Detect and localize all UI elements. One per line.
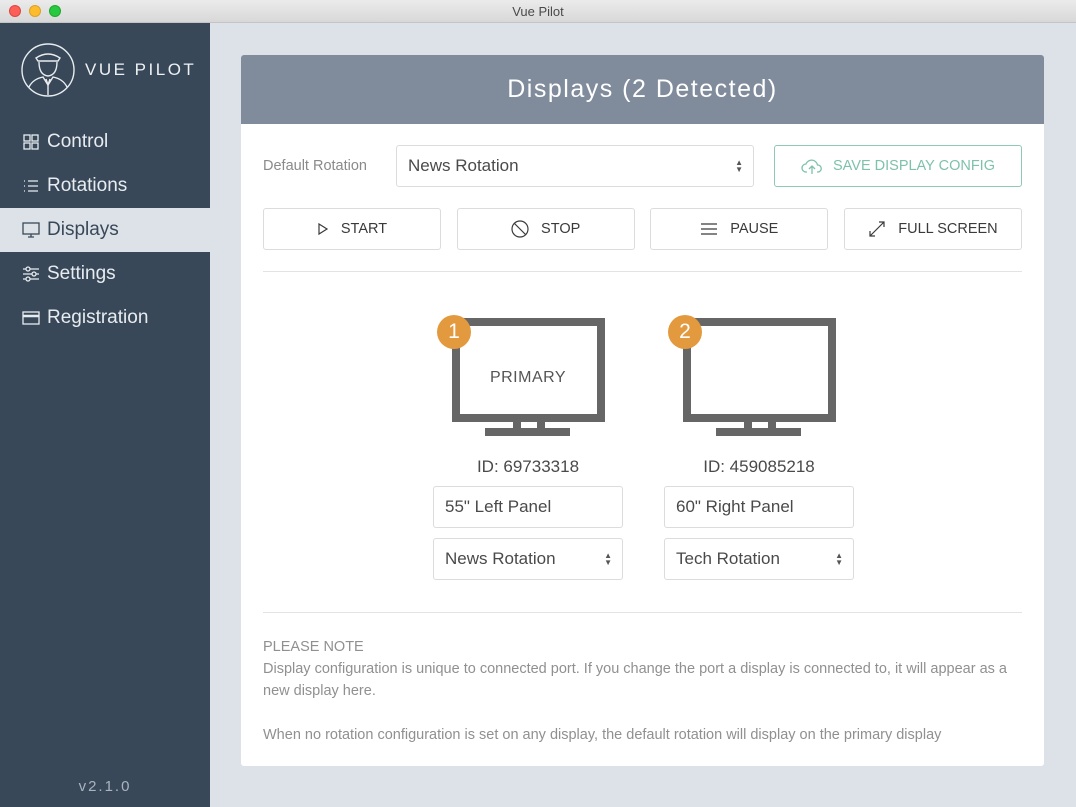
- select-arrows-icon: ▲ ▼: [604, 551, 612, 567]
- sidebar-item-label: Registration: [47, 307, 149, 328]
- displays-panel: Displays (2 Detected) Default Rotation N…: [241, 55, 1044, 766]
- select-arrows-icon: ▲ ▼: [735, 158, 743, 174]
- sidebar-nav: Control Rotations Displays Settings Regi…: [0, 120, 210, 340]
- sidebar-item-label: Control: [47, 131, 109, 152]
- note-text: Display configuration is unique to conne…: [263, 661, 1007, 699]
- sidebar-item-control[interactable]: Control: [0, 120, 210, 164]
- stop-button[interactable]: STOP: [456, 208, 635, 250]
- window-titlebar: Vue Pilot: [0, 0, 1076, 23]
- panel-title: Displays (2 Detected): [241, 55, 1044, 124]
- zoom-window-button[interactable]: [49, 5, 61, 17]
- brand-name: VUE PILOT: [85, 60, 197, 79]
- display-number-badge: 1: [437, 315, 471, 349]
- default-rotation-select[interactable]: News Rotation ▲ ▼: [396, 145, 754, 187]
- brand-logo: VUE PILOT: [21, 43, 196, 97]
- play-icon: [318, 222, 329, 236]
- sidebar-item-label: Displays: [47, 219, 119, 240]
- list-icon: [24, 180, 38, 192]
- sidebar-item-label: Settings: [47, 263, 116, 284]
- primary-label: PRIMARY: [489, 369, 567, 386]
- save-button-label: SAVE DISPLAY CONFIG: [833, 158, 995, 174]
- note-heading: PLEASE NOTE: [263, 639, 364, 655]
- full-screen-label: FULL SCREEN: [898, 221, 998, 237]
- minimize-window-button[interactable]: [29, 5, 41, 17]
- display-rotation-value: Tech Rotation: [676, 549, 780, 568]
- display-id: ID: 459085218: [703, 457, 815, 476]
- display-monitor[interactable]: 1 PRIMARY: [433, 315, 623, 447]
- note-text: When no rotation configuration is set on…: [263, 727, 942, 743]
- sidebar-item-settings[interactable]: Settings: [0, 252, 210, 296]
- sidebar-item-displays[interactable]: Displays: [0, 208, 210, 252]
- pause-icon: [701, 223, 718, 235]
- default-rotation-value: News Rotation: [408, 156, 519, 175]
- window-controls: [9, 5, 61, 17]
- display-name-input[interactable]: 55" Left Panel: [433, 486, 623, 528]
- stop-icon: [511, 220, 529, 238]
- card-icon: [22, 311, 40, 325]
- display-monitor[interactable]: 2: [664, 315, 854, 447]
- pause-label: PAUSE: [730, 221, 779, 237]
- close-window-button[interactable]: [9, 5, 21, 17]
- start-label: START: [340, 221, 388, 237]
- monitor-icon: [22, 222, 40, 238]
- display-card: 2 ID: 459085218 60" Right Panel Tech Rot…: [664, 315, 854, 580]
- display-card: 1 PRIMARY ID: 69733318 55" Left Panel Ne…: [433, 315, 623, 580]
- window-title: Vue Pilot: [512, 4, 564, 19]
- stop-label: STOP: [541, 221, 581, 237]
- control-buttons: START STOP PAUSE FULL SCREEN: [263, 208, 1022, 250]
- display-rotation-select[interactable]: Tech Rotation ▲ ▼: [664, 538, 854, 580]
- default-rotation-row: Default Rotation News Rotation ▲ ▼ SAVE D…: [263, 145, 1022, 187]
- divider: [263, 271, 1022, 272]
- grid-icon: [23, 134, 39, 150]
- divider: [263, 612, 1022, 613]
- pilot-logo-icon: [21, 43, 75, 97]
- pause-button[interactable]: PAUSE: [650, 208, 829, 250]
- cloud-upload-icon: [801, 159, 822, 174]
- sidebar-item-rotations[interactable]: Rotations: [0, 164, 210, 208]
- sidebar-item-registration[interactable]: Registration: [0, 296, 210, 340]
- start-button[interactable]: START: [263, 208, 441, 250]
- display-rotation-value: News Rotation: [445, 549, 556, 568]
- save-display-config-button[interactable]: SAVE DISPLAY CONFIG: [774, 145, 1022, 187]
- sidebar: VUE PILOT Control Rotations Displays Set…: [0, 23, 210, 807]
- default-rotation-label: Default Rotation: [263, 158, 367, 174]
- full-screen-button[interactable]: FULL SCREEN: [843, 208, 1022, 250]
- display-number-badge: 2: [668, 315, 702, 349]
- note-section: PLEASE NOTE Display configuration is uni…: [263, 636, 1022, 746]
- display-name-input[interactable]: 60" Right Panel: [664, 486, 854, 528]
- app-version: v2.1.0: [78, 778, 132, 795]
- display-rotation-select[interactable]: News Rotation ▲ ▼: [433, 538, 623, 580]
- select-arrows-icon: ▲ ▼: [835, 551, 843, 567]
- sliders-icon: [23, 266, 39, 282]
- expand-icon: [869, 221, 885, 237]
- sidebar-item-label: Rotations: [47, 175, 128, 196]
- display-id: ID: 69733318: [476, 457, 580, 476]
